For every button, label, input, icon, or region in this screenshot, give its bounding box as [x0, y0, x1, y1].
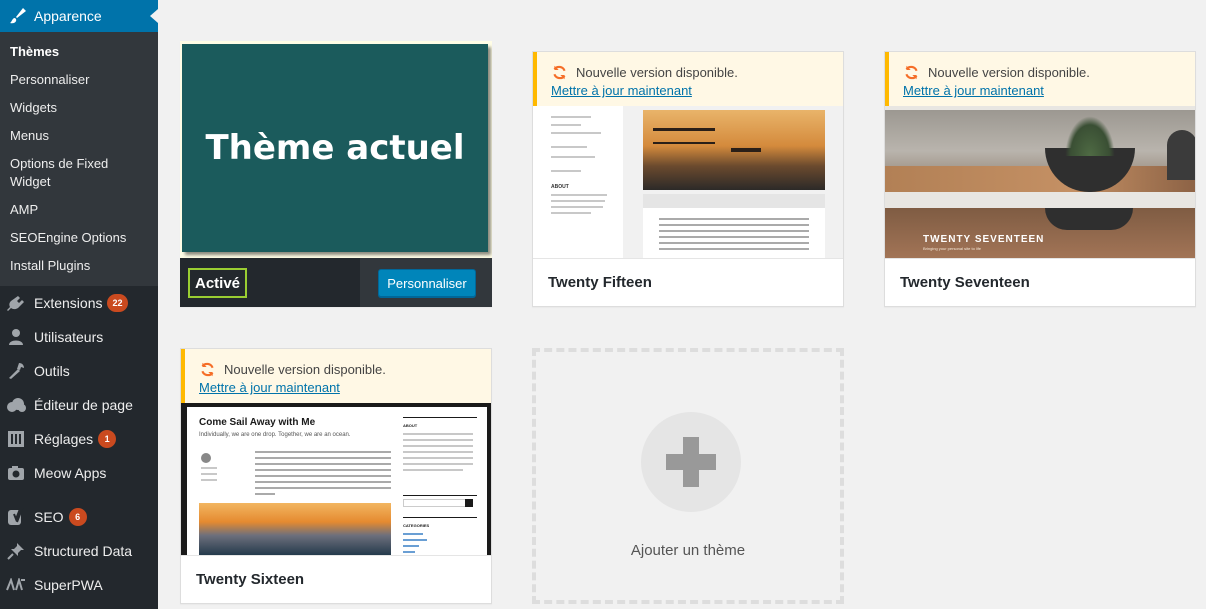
menu-extensions-label: Extensions — [34, 295, 103, 311]
refresh-icon — [201, 362, 214, 376]
sixteen-about-label: ABOUT — [403, 423, 418, 428]
sunset-ocean-image — [199, 503, 391, 557]
theme-card-twenty-sixteen[interactable]: Come Sail Away with Me Individually, we … — [180, 348, 492, 604]
update-now-link[interactable]: Mettre à jour maintenant — [551, 83, 829, 98]
customize-button[interactable]: Personnaliser — [378, 269, 476, 297]
submenu-customize[interactable]: Personnaliser — [0, 66, 158, 94]
menu-tools-label: Outils — [34, 363, 70, 379]
submenu-fixed-widget[interactable]: Options de Fixed Widget — [0, 150, 158, 196]
seventeen-banner-title: TWENTY SEVENTEEN — [923, 234, 1045, 245]
active-status-label: Activé — [188, 268, 247, 298]
admin-sidebar: Apparence Thèmes Personnaliser Widgets M… — [0, 0, 158, 609]
pin-icon — [6, 541, 26, 561]
add-theme-label: Ajouter un thème — [630, 542, 746, 559]
sixteen-post-title: Come Sail Away with Me — [199, 417, 316, 428]
menu-users-label: Utilisateurs — [34, 329, 104, 345]
update-notice: Nouvelle version disponible. Mettre à jo… — [181, 349, 491, 403]
refresh-icon — [553, 65, 566, 79]
refresh-icon — [905, 65, 918, 79]
menu-structured-data[interactable]: Structured Data — [0, 534, 158, 568]
settings-icon — [6, 429, 26, 449]
active-theme-card[interactable]: Thème actuel Activé Personnaliser — [180, 41, 492, 307]
update-notice-text: Nouvelle version disponible. — [576, 64, 738, 80]
pwa-icon — [6, 575, 26, 595]
menu-appearance-label: Apparence — [34, 8, 102, 24]
menu-seo-label: SEO — [34, 509, 64, 525]
cloud-icon — [6, 395, 26, 415]
theme-name: Twenty Seventeen — [885, 258, 1195, 306]
fifteen-about-label: ABOUT — [551, 184, 569, 190]
submenu-menus[interactable]: Menus — [0, 122, 158, 150]
submenu-themes[interactable]: Thèmes — [0, 38, 158, 66]
theme-card-twenty-fifteen[interactable]: ABOUT Nouvelle version disponible. Mettr… — [532, 51, 844, 307]
active-theme-bar: Activé Personnaliser — [180, 258, 492, 307]
seventeen-banner: TWENTY SEVENTEEN Bringing your personal … — [885, 208, 1195, 258]
menu-page-editor-label: Éditeur de page — [34, 397, 133, 413]
sixteen-categories-label: CATEGORIES — [403, 523, 430, 528]
pier-sunset-image — [643, 110, 825, 190]
extensions-count-badge: 22 — [107, 294, 128, 312]
seventeen-banner-tagline: Bringing your personal site to life — [923, 246, 982, 251]
menu-settings[interactable]: Réglages 1 — [0, 422, 158, 456]
settings-count-badge: 1 — [98, 430, 117, 448]
menu-page-editor[interactable]: Éditeur de page — [0, 388, 158, 422]
menu-structured-data-label: Structured Data — [34, 543, 133, 559]
menu-superpwa[interactable]: SuperPWA — [0, 568, 158, 602]
active-theme-poster-text: Thème actuel — [182, 44, 488, 252]
wrench-icon — [6, 361, 26, 381]
submenu-seoengine[interactable]: SEOEngine Options — [0, 224, 158, 252]
update-notice-text: Nouvelle version disponible. — [224, 361, 386, 377]
menu-tools[interactable]: Outils — [0, 354, 158, 388]
plugin-icon — [6, 293, 26, 313]
menu-extensions[interactable]: Extensions 22 — [0, 286, 158, 320]
active-theme-screenshot[interactable]: Thème actuel — [180, 41, 492, 258]
submenu-amp[interactable]: AMP — [0, 196, 158, 224]
update-now-link[interactable]: Mettre à jour maintenant — [199, 380, 477, 395]
camera-icon — [6, 463, 26, 483]
menu-superpwa-label: SuperPWA — [34, 577, 103, 593]
menu-users[interactable]: Utilisateurs — [0, 320, 158, 354]
plant-pot-image — [885, 110, 1195, 192]
sixteen-post-subtitle: Individually, we are one drop. Together,… — [199, 432, 351, 438]
menu-meow-apps[interactable]: Meow Apps — [0, 456, 158, 490]
menu-meow-apps-label: Meow Apps — [34, 465, 107, 481]
plus-icon — [641, 412, 741, 512]
menu-appearance[interactable]: Apparence — [0, 0, 158, 32]
update-notice: Nouvelle version disponible. Mettre à jo… — [885, 52, 1195, 106]
submenu-widgets[interactable]: Widgets — [0, 94, 158, 122]
users-icon — [6, 327, 26, 347]
menu-settings-label: Réglages — [34, 431, 94, 447]
appearance-submenu: Thèmes Personnaliser Widgets Menus Optio… — [0, 32, 158, 286]
yoast-icon — [6, 507, 26, 527]
theme-name: Twenty Fifteen — [533, 258, 843, 306]
theme-name: Twenty Sixteen — [181, 555, 491, 603]
theme-card-twenty-seventeen[interactable]: TWENTY SEVENTEEN Bringing your personal … — [884, 51, 1196, 307]
submenu-install-plugins[interactable]: Install Plugins — [0, 252, 158, 280]
paintbrush-icon — [8, 6, 28, 26]
menu-seo[interactable]: SEO 6 — [0, 500, 158, 534]
update-notice-text: Nouvelle version disponible. — [928, 64, 1090, 80]
seo-count-badge: 6 — [68, 508, 87, 526]
update-now-link[interactable]: Mettre à jour maintenant — [903, 83, 1181, 98]
update-notice: Nouvelle version disponible. Mettre à jo… — [533, 52, 843, 106]
add-theme-card[interactable]: Ajouter un thème — [532, 348, 844, 604]
